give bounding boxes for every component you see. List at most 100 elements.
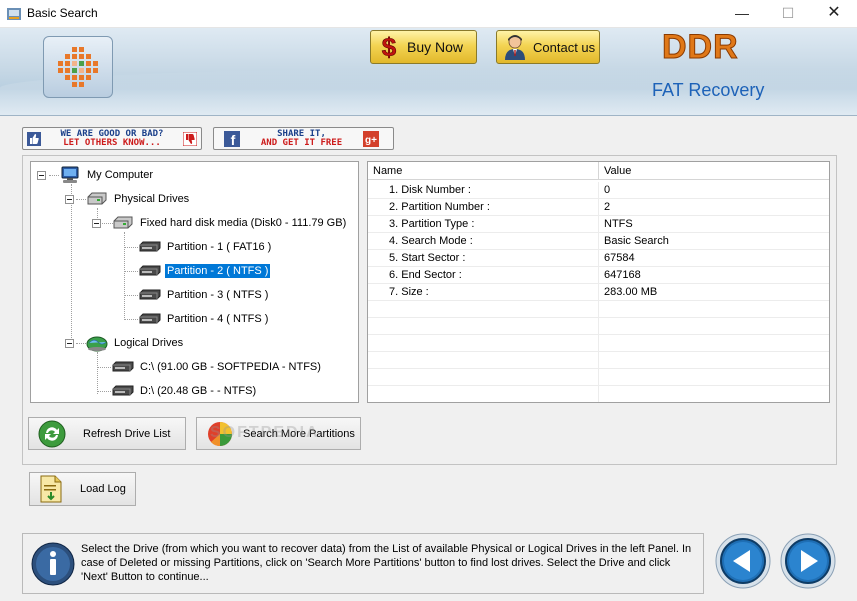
instruction-panel: Select the Drive (from which you want to… [22,533,704,594]
product-name: FAT Recovery [652,80,765,100]
tree-line [124,295,138,296]
hard-drive-icon [112,214,134,232]
table-row[interactable]: 4. Search Mode : Basic Search [368,233,829,250]
buy-now-label: Buy Now [407,39,464,55]
globe-drive-icon [86,334,108,352]
tree-line [124,247,138,248]
app-icon [6,6,22,22]
table-row-empty [368,386,829,402]
table-row[interactable]: 3. Partition Type : NTFS [368,216,829,233]
grid-header: Name Value [368,162,829,180]
rate-us-line2: LET OTHERS KNOW... [63,137,161,148]
back-button[interactable] [715,533,771,589]
contact-person-icon [501,33,529,61]
tree-expander[interactable] [65,339,74,348]
tree-node-partition-1[interactable]: Partition - 1 ( FAT16 ) [139,237,273,257]
tree-line [76,343,86,344]
tree-node-partition-2[interactable]: Partition - 2 ( NTFS ) [139,261,271,281]
tree-node-label: C:\ (91.00 GB - SOFTPEDIA - NTFS) [140,361,321,373]
partition-drive-icon [139,310,161,328]
tree-node-label: Fixed hard disk media (Disk0 - 111.79 GB… [140,217,347,229]
table-row[interactable]: 6. End Sector : 647168 [368,267,829,284]
load-log-label: Load Log [80,483,126,495]
table-cell-value: 0 [604,184,611,196]
tree-expander[interactable] [37,171,46,180]
table-row-empty [368,335,829,352]
table-cell-name: 4. Search Mode : [368,233,599,250]
tree-node-label: Partition - 2 ( NTFS ) [165,264,271,278]
tree-line [124,232,125,320]
google-plus-icon: g+ [363,130,379,147]
table-cell-name: 2. Partition Number : [368,199,599,216]
tree-expander[interactable] [65,195,74,204]
tree-line [71,184,72,344]
tree-line [124,271,138,272]
contact-us-button[interactable]: Contact us [496,30,600,64]
tree-node-partition-3[interactable]: Partition - 3 ( NTFS ) [139,285,270,305]
instruction-text: Select the Drive (from which you want to… [81,543,692,583]
tree-node-physical-drives[interactable]: Physical Drives [86,189,191,209]
back-arrow-icon [715,533,771,589]
table-row-empty [368,352,829,369]
partition-drive-icon [139,262,161,280]
tree-line [124,319,138,320]
partition-details-grid[interactable]: Name Value 1. Disk Number : 0 2. Partitio… [367,161,830,403]
partition-drive-icon [112,358,134,376]
tree-node-label: My Computer [87,169,154,181]
tree-line [97,391,111,392]
softpedia-watermark: SOFTPEDIA [210,424,320,441]
partition-drive-icon [139,238,161,256]
svg-text:g+: g+ [365,135,377,146]
window-title: Basic Search [27,6,98,20]
dollar-icon: $ [375,33,403,61]
tree-node-disk0[interactable]: Fixed hard disk media (Disk0 - 111.79 GB… [112,213,348,233]
buy-now-button[interactable]: $ Buy Now [370,30,477,64]
rate-us-button[interactable]: WE ARE GOOD OR BAD? LET OTHERS KNOW... [22,127,202,150]
tree-node-label: Physical Drives [114,193,190,205]
table-row-empty [368,318,829,335]
column-header-value[interactable]: Value [599,162,829,180]
table-row[interactable]: 5. Start Sector : 67584 [368,250,829,267]
tree-node-logical-drives[interactable]: Logical Drives [86,333,185,353]
info-icon [31,542,75,586]
tree-line [76,199,86,200]
table-row[interactable]: 7. Size : 283.00 MB [368,284,829,301]
next-button[interactable] [780,533,836,589]
table-cell-value: Basic Search [604,235,669,247]
table-row[interactable]: 2. Partition Number : 2 [368,199,829,216]
partition-drive-icon [112,382,134,400]
table-row[interactable]: 1. Disk Number : 0 [368,182,829,199]
tree-line [97,352,98,394]
table-cell-name: 1. Disk Number : [368,182,599,199]
tree-node-drive-c[interactable]: C:\ (91.00 GB - SOFTPEDIA - NTFS) [112,357,323,377]
minimize-button[interactable]: — [719,0,765,28]
thumbs-up-icon [27,131,41,146]
thumbs-down-icon [183,131,197,146]
drive-tree[interactable]: My Computer Physical Drives Fixed hard d… [30,161,359,403]
refresh-label: Refresh Drive List [83,427,171,440]
tree-expander[interactable] [92,219,101,228]
column-header-name[interactable]: Name [368,162,599,180]
table-cell-name: 7. Size : [368,284,599,301]
tree-node-label: Partition - 3 ( NTFS ) [167,289,269,301]
close-button[interactable]: ✕ [811,0,857,28]
table-cell-value: 283.00 MB [604,286,658,298]
table-cell-name: 5. Start Sector : [368,250,599,267]
svg-text:f: f [231,132,236,147]
tree-node-partition-4[interactable]: Partition - 4 ( NTFS ) [139,309,270,329]
table-cell-name: 6. End Sector : [368,267,599,284]
tree-line [49,175,59,176]
share-button[interactable]: f SHARE IT, AND GET IT FREE g+ [213,127,394,150]
title-bar: Basic Search — ☐ ✕ [0,0,857,28]
log-document-icon [38,474,64,504]
share-line2: AND GET IT FREE [260,137,343,148]
table-row-empty [368,369,829,386]
maximize-button[interactable]: ☐ [765,0,811,28]
tree-node-my-computer[interactable]: My Computer [59,165,155,185]
refresh-drive-list-button[interactable]: Refresh Drive List [28,417,186,450]
tree-node-drive-d[interactable]: D:\ (20.48 GB - - NTFS) [112,381,258,401]
tree-node-label: Logical Drives [114,337,184,349]
load-log-button[interactable]: Load Log [29,472,136,506]
table-cell-value: 647168 [604,269,641,281]
tree-node-label: Partition - 4 ( NTFS ) [167,313,269,325]
